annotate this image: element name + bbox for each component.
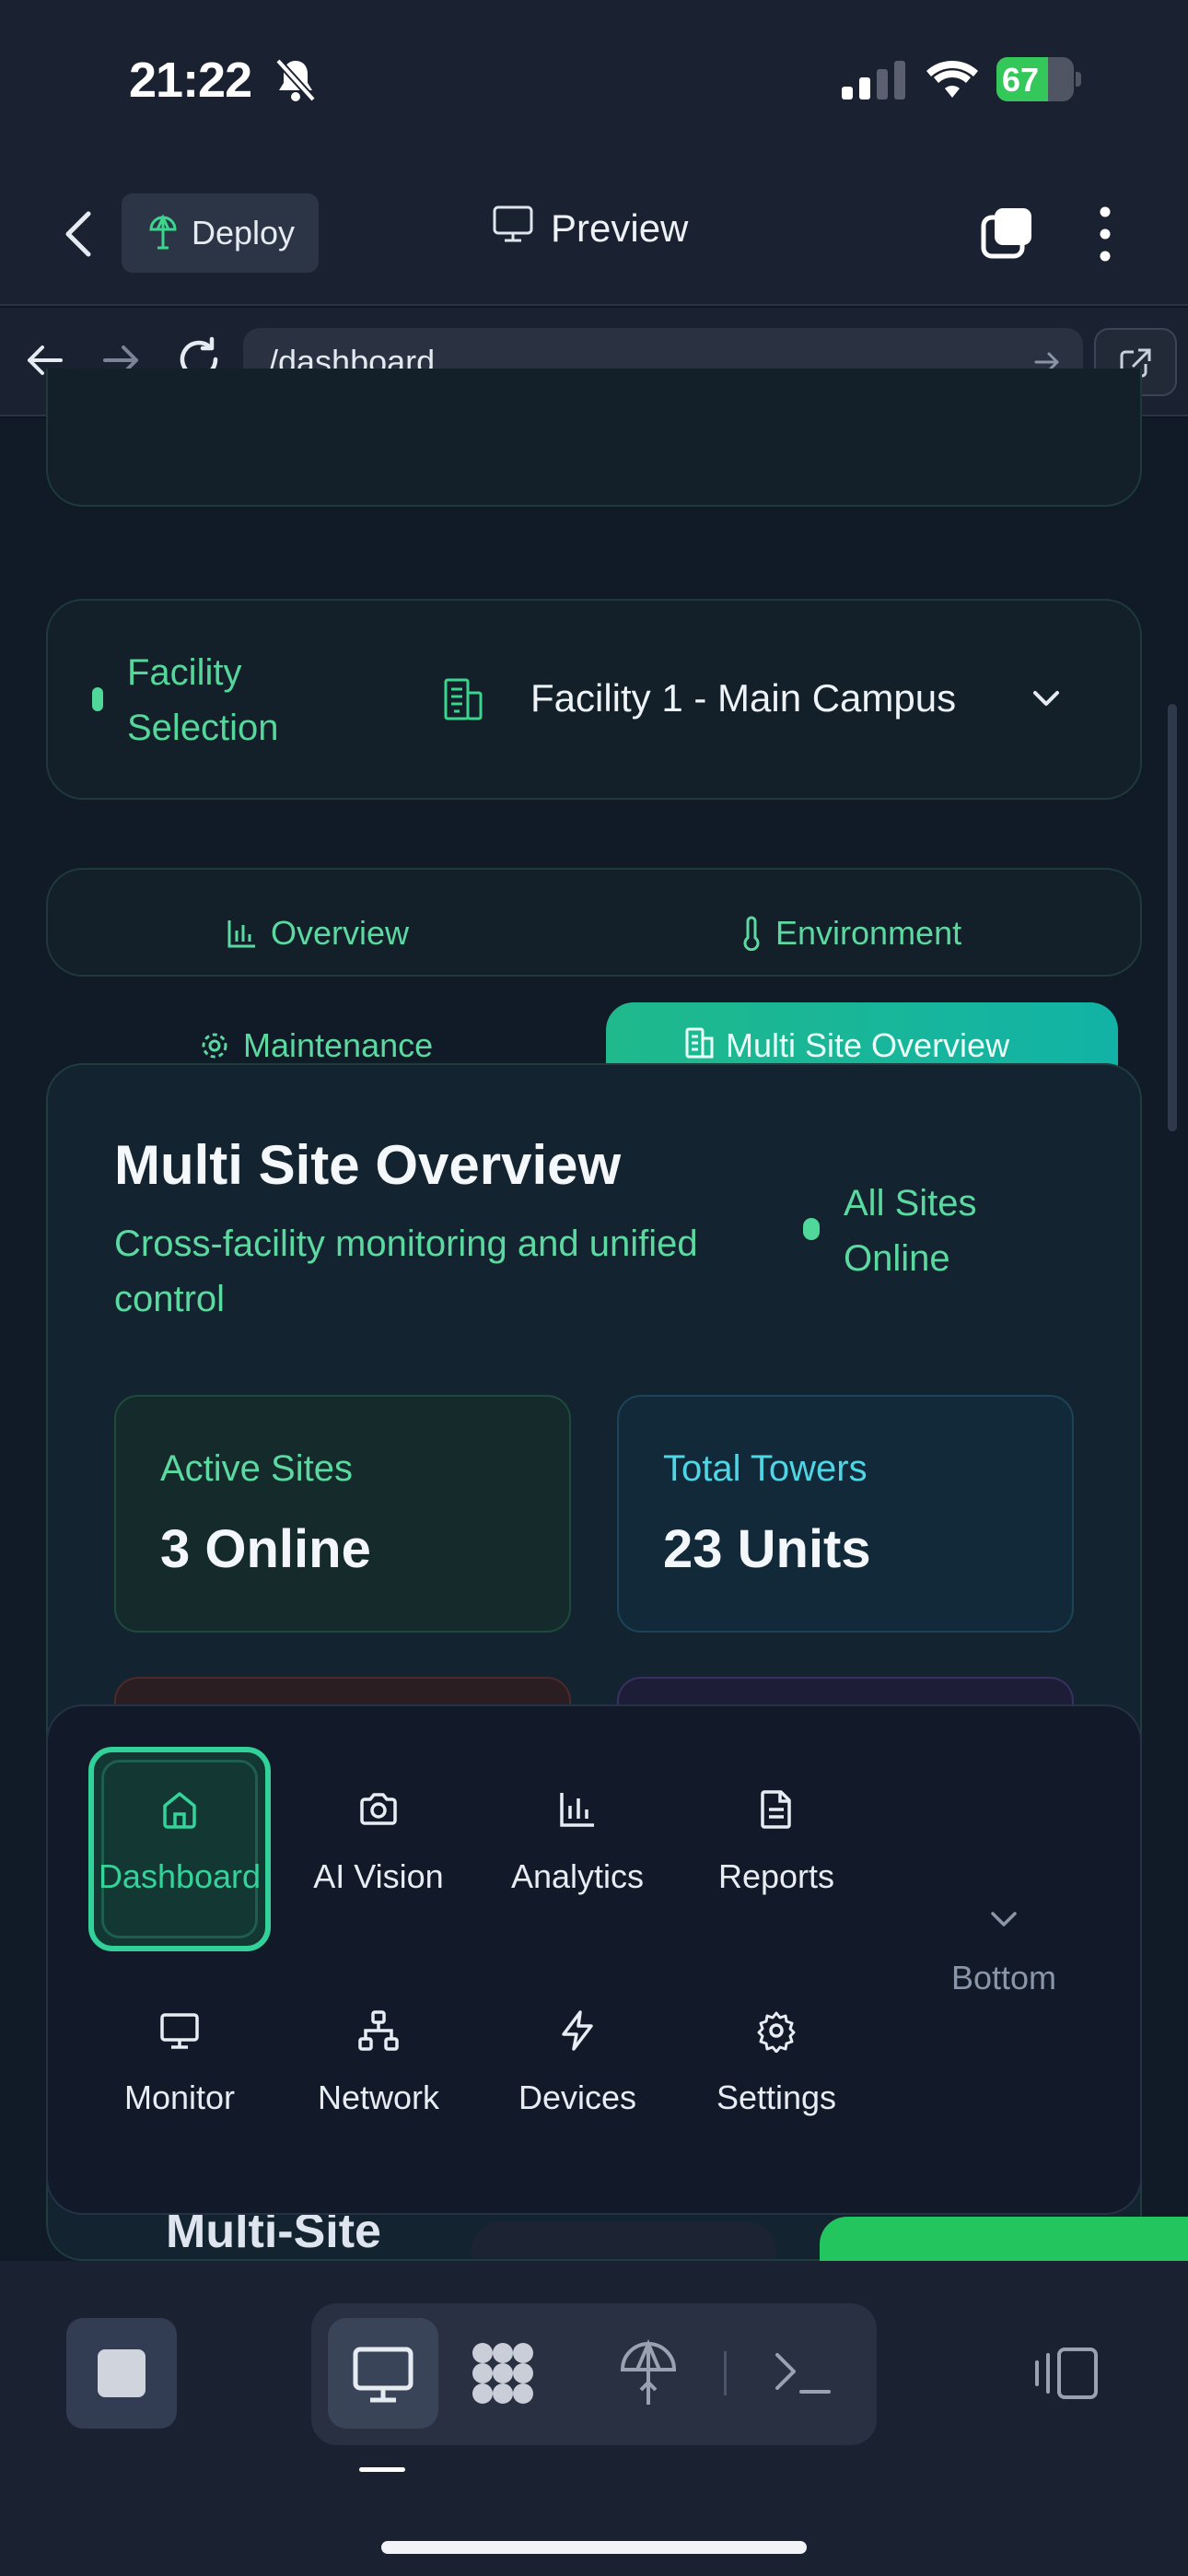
panel-toggle-icon[interactable] bbox=[1031, 2344, 1103, 2403]
facility-selection-label: Facility Selection bbox=[127, 652, 279, 748]
divider bbox=[724, 2351, 727, 2395]
battery-icon: 67 bbox=[996, 57, 1083, 101]
stat-label: Total Towers bbox=[663, 1448, 868, 1489]
monitor-icon bbox=[492, 205, 534, 252]
preview-label: Preview bbox=[551, 206, 689, 250]
tabs-switcher-button[interactable] bbox=[980, 205, 1035, 262]
tab-overview[interactable]: Overview bbox=[227, 914, 409, 953]
monitor-icon bbox=[160, 2013, 199, 2049]
top-card bbox=[46, 369, 1142, 507]
gear-icon bbox=[757, 2011, 796, 2053]
network-icon bbox=[358, 2010, 399, 2051]
nav-analytics[interactable]: Analytics bbox=[481, 1787, 674, 1896]
nav-dashboard-label: Dashboard bbox=[98, 1857, 262, 1895]
facility-select[interactable]: Facility 1 - Main Campus bbox=[530, 676, 956, 720]
deploy-icon[interactable] bbox=[615, 2338, 681, 2408]
thermometer-icon bbox=[743, 916, 760, 951]
gear-icon bbox=[202, 1033, 227, 1059]
home-indicator bbox=[381, 2541, 807, 2554]
tab-bar bbox=[46, 868, 1142, 977]
stat-card-active-sites bbox=[114, 1395, 571, 1633]
tab-overview-label: Overview bbox=[271, 914, 410, 952]
terminal-icon[interactable] bbox=[770, 2346, 836, 2401]
stop-icon bbox=[98, 2349, 146, 2397]
wifi-icon bbox=[926, 57, 978, 100]
camera-icon bbox=[360, 1793, 397, 1825]
desktop-view-button[interactable] bbox=[328, 2318, 438, 2429]
nav-ai-vision[interactable]: AI Vision bbox=[282, 1787, 475, 1896]
building-icon bbox=[440, 676, 484, 722]
tab-environment[interactable]: Environment bbox=[740, 914, 961, 953]
nav-dashboard[interactable]: Dashboard bbox=[83, 1787, 276, 1896]
bell-slash-icon bbox=[274, 57, 317, 103]
refresh-button[interactable] bbox=[472, 2222, 775, 2259]
tab-environment-label: Environment bbox=[775, 914, 962, 952]
preview-title: Preview bbox=[492, 205, 688, 252]
active-indicator bbox=[359, 2467, 405, 2472]
document-icon bbox=[761, 1790, 791, 1829]
nav-position-label: Bottom bbox=[950, 1959, 1057, 1996]
apps-grid-icon[interactable] bbox=[470, 2340, 536, 2406]
bar-chart-icon bbox=[560, 1793, 594, 1827]
tab-maintenance[interactable]: Maintenance bbox=[199, 1026, 433, 1065]
nav-network-label: Network bbox=[317, 2078, 440, 2116]
chevron-down-icon[interactable] bbox=[1028, 684, 1065, 715]
deploy-button[interactable]: Deploy bbox=[122, 193, 319, 273]
chevron-down-icon bbox=[991, 1912, 1017, 1926]
nav-reports[interactable]: Reports bbox=[680, 1787, 873, 1896]
stat-value: 3 Online bbox=[160, 1519, 371, 1579]
back-button[interactable] bbox=[57, 206, 101, 262]
section-title: Multi Site Overview bbox=[114, 1134, 622, 1196]
nav-position-toggle[interactable]: Bottom bbox=[921, 1905, 1087, 1997]
building-icon bbox=[685, 1027, 714, 1059]
battery-percent: 67 bbox=[1002, 61, 1040, 99]
nav-devices[interactable]: Devices bbox=[481, 2008, 674, 2117]
home-icon bbox=[163, 1792, 196, 1829]
more-options-icon[interactable] bbox=[1090, 205, 1120, 263]
stat-label: Active Sites bbox=[160, 1448, 353, 1489]
nav-monitor[interactable]: Monitor bbox=[83, 2008, 276, 2117]
deploy-icon bbox=[147, 213, 179, 254]
status-label: All Sites Online bbox=[844, 1183, 977, 1279]
facility-indicator-dot bbox=[92, 687, 103, 711]
status-dot bbox=[803, 1218, 820, 1240]
nav-network[interactable]: Network bbox=[282, 2008, 475, 2117]
nav-settings-label: Settings bbox=[716, 2078, 837, 2116]
nav-ai-vision-label: AI Vision bbox=[313, 1857, 444, 1895]
scrollbar[interactable] bbox=[1168, 704, 1177, 1131]
tab-maintenance-label: Maintenance bbox=[243, 1026, 434, 1064]
clock: 21:22 bbox=[129, 53, 252, 108]
deploy-label: Deploy bbox=[192, 214, 296, 252]
lightning-icon bbox=[562, 2010, 593, 2051]
monitor-icon bbox=[353, 2347, 413, 2403]
cellular-signal-icon bbox=[842, 61, 906, 100]
bar-chart-icon bbox=[227, 920, 255, 948]
nav-settings[interactable]: Settings bbox=[680, 2008, 873, 2117]
stat-value: 23 Units bbox=[663, 1519, 871, 1579]
nav-analytics-label: Analytics bbox=[510, 1857, 645, 1895]
nav-reports-label: Reports bbox=[717, 1857, 835, 1895]
stat-card-total-towers bbox=[617, 1395, 1074, 1633]
tab-multi-site-label: Multi Site Overview bbox=[726, 1026, 1010, 1064]
section-subtitle: Cross-facility monitoring and unified co… bbox=[114, 1224, 698, 1319]
stop-button[interactable] bbox=[66, 2318, 177, 2429]
nav-devices-label: Devices bbox=[518, 2078, 637, 2116]
add-facility-button[interactable] bbox=[820, 2217, 1188, 2261]
nav-monitor-label: Monitor bbox=[123, 2078, 236, 2116]
